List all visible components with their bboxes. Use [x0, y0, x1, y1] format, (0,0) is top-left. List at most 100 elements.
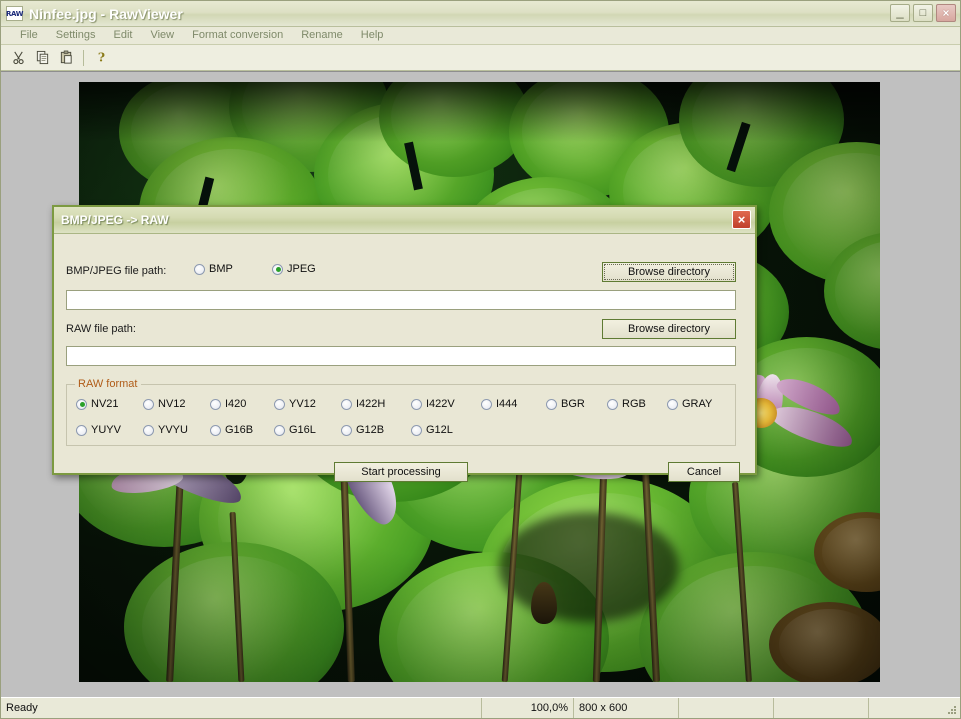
menu-item-view[interactable]: View — [141, 27, 183, 44]
radio-source-jpeg[interactable]: JPEG — [272, 263, 316, 275]
image-canvas[interactable]: BMP/JPEG -> RAW × BMP/JPEG file path: BM… — [1, 71, 960, 697]
title-bar: RAW Ninfee.jpg - RawViewer _ □ × — [1, 1, 960, 27]
radio-circle-icon — [210, 424, 221, 436]
radio-label: GRAY — [682, 398, 713, 410]
menu-item-settings[interactable]: Settings — [47, 27, 105, 44]
radio-circle-icon — [274, 398, 285, 410]
start-processing-button[interactable]: Start processing — [334, 462, 468, 482]
radio-format-bgr[interactable]: BGR — [546, 398, 585, 410]
copy-button[interactable] — [31, 47, 53, 68]
radio-label: RGB — [622, 398, 646, 410]
window-controls: _ □ × — [890, 4, 956, 22]
source-path-input[interactable] — [66, 290, 736, 310]
radio-format-yvyu[interactable]: YVYU — [143, 424, 188, 436]
status-cell-4 — [679, 698, 774, 718]
radio-format-gray[interactable]: GRAY — [667, 398, 712, 410]
radio-label: NV21 — [91, 398, 119, 410]
radio-circle-icon — [411, 398, 422, 410]
menu-item-format-conversion[interactable]: Format conversion — [183, 27, 292, 44]
status-image-dimensions: 800 x 600 — [574, 698, 679, 718]
bmp-jpeg-to-raw-dialog: BMP/JPEG -> RAW × BMP/JPEG file path: BM… — [52, 205, 757, 482]
raw-format-group: RAW format — [66, 378, 736, 446]
menu-item-rename[interactable]: Rename — [292, 27, 352, 44]
status-zoom-level: 100,0% — [482, 698, 574, 718]
radio-format-nv12[interactable]: NV12 — [143, 398, 186, 410]
radio-circle-icon — [274, 424, 285, 436]
source-path-label: BMP/JPEG file path: — [66, 265, 167, 277]
status-cell-6 — [869, 698, 946, 718]
destination-path-input[interactable] — [66, 346, 736, 366]
radio-format-g12b[interactable]: G12B — [341, 424, 384, 436]
status-message: Ready — [1, 698, 482, 718]
radio-label: NV12 — [158, 398, 186, 410]
radio-format-g16l[interactable]: G16L — [274, 424, 316, 436]
radio-circle-icon — [341, 424, 352, 436]
maximize-button[interactable]: □ — [913, 4, 933, 22]
radio-format-yuyv[interactable]: YUYV — [76, 424, 121, 436]
radio-label: BMP — [209, 263, 233, 275]
browse-destination-directory-button[interactable]: Browse directory — [602, 319, 736, 339]
dialog-close-button[interactable]: × — [732, 210, 751, 229]
radio-circle-icon — [76, 398, 87, 410]
radio-format-g12l[interactable]: G12L — [411, 424, 453, 436]
radio-label: G12B — [356, 424, 385, 436]
menu-bar: File Settings Edit View Format conversio… — [1, 27, 960, 45]
radio-label: I444 — [496, 398, 518, 410]
radio-circle-icon — [143, 424, 154, 436]
radio-label: G16L — [289, 424, 316, 436]
application-window: RAW Ninfee.jpg - RawViewer _ □ × File Se… — [0, 0, 961, 719]
radio-source-bmp[interactable]: BMP — [194, 263, 233, 275]
status-cell-5 — [774, 698, 869, 718]
radio-label: YVYU — [158, 424, 188, 436]
radio-label: JPEG — [287, 263, 316, 275]
minimize-button[interactable]: _ — [890, 4, 910, 22]
radio-label: G16B — [225, 424, 254, 436]
dialog-title-bar: BMP/JPEG -> RAW × — [54, 207, 755, 234]
radio-format-i420[interactable]: I420 — [210, 398, 246, 410]
radio-label: YV12 — [289, 398, 316, 410]
raw-format-group-label: RAW format — [75, 378, 141, 390]
radio-format-rgb[interactable]: RGB — [607, 398, 646, 410]
radio-circle-icon — [194, 263, 205, 275]
radio-format-i444[interactable]: I444 — [481, 398, 517, 410]
paste-button[interactable] — [55, 47, 77, 68]
toolbar: ? — [1, 45, 960, 71]
radio-format-nv21[interactable]: NV21 — [76, 398, 119, 410]
radio-circle-icon — [210, 398, 221, 410]
raw-app-icon: RAW — [6, 6, 23, 21]
window-title: Ninfee.jpg - RawViewer — [29, 5, 183, 22]
help-button[interactable]: ? — [90, 47, 112, 68]
radio-format-yv12[interactable]: YV12 — [274, 398, 316, 410]
radio-format-g16b[interactable]: G16B — [210, 424, 253, 436]
menu-item-help[interactable]: Help — [352, 27, 393, 44]
minimize-icon: _ — [896, 4, 904, 19]
radio-format-i422h[interactable]: I422H — [341, 398, 385, 410]
menu-item-file[interactable]: File — [11, 27, 47, 44]
radio-label: G12L — [426, 424, 453, 436]
dialog-title: BMP/JPEG -> RAW — [61, 213, 169, 227]
paste-icon — [60, 50, 72, 64]
radio-label: YUYV — [91, 424, 121, 436]
resize-grip-icon[interactable] — [946, 698, 960, 718]
radio-circle-icon — [481, 398, 492, 410]
browse-source-directory-button[interactable]: Browse directory — [602, 262, 736, 282]
radio-circle-icon — [411, 424, 422, 436]
svg-text:?: ? — [97, 51, 104, 65]
destination-path-label: RAW file path: — [66, 323, 136, 335]
radio-format-i422v[interactable]: I422V — [411, 398, 455, 410]
copy-icon — [36, 50, 48, 65]
radio-label: I422H — [356, 398, 386, 410]
status-bar: Ready 100,0% 800 x 600 — [1, 697, 960, 718]
radio-circle-icon — [607, 398, 618, 410]
close-button[interactable]: × — [936, 4, 956, 22]
radio-circle-icon — [76, 424, 87, 436]
toolbar-separator — [83, 49, 84, 66]
close-icon: × — [737, 212, 746, 227]
cut-button[interactable] — [7, 47, 29, 68]
help-icon: ? — [97, 51, 104, 65]
radio-circle-icon — [341, 398, 352, 410]
maximize-icon: □ — [919, 6, 927, 19]
radio-label: BGR — [561, 398, 585, 410]
menu-item-edit[interactable]: Edit — [104, 27, 141, 44]
cancel-button[interactable]: Cancel — [668, 462, 740, 482]
